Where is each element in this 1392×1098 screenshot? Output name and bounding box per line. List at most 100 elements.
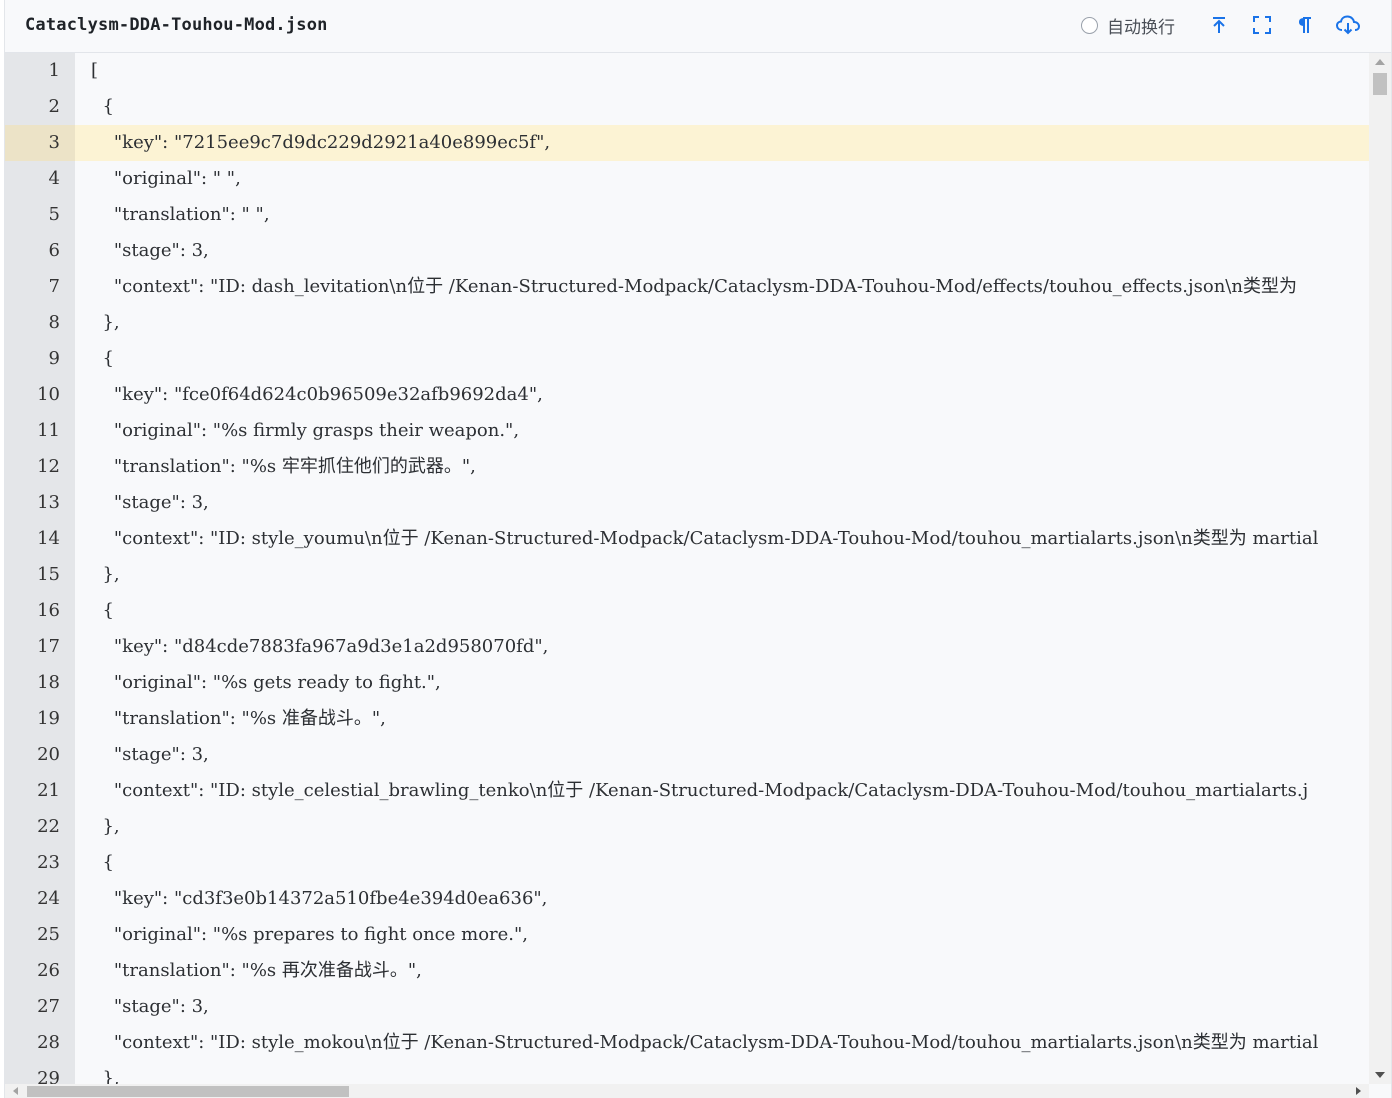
code-line-text: "key": "fce0f64d624c0b96509e32afb9692da4… <box>91 384 543 405</box>
code-line-text: { <box>91 96 114 117</box>
code-line-text: }, <box>91 816 120 837</box>
line-number: 17 <box>37 636 60 657</box>
line-number: 15 <box>37 564 60 585</box>
scroll-up-arrow-icon[interactable] <box>1375 59 1385 65</box>
scroll-down-arrow-icon[interactable] <box>1375 1072 1385 1078</box>
download-button[interactable] <box>1335 12 1361 38</box>
line-number: 12 <box>37 456 60 477</box>
code-line-text: "translation": "%s 牢牢抓住他们的武器。", <box>91 456 476 477</box>
json-viewer-panel: Cataclysm-DDA-Touhou-Mod.json 自动换行 1 2 3… <box>4 0 1392 1098</box>
code-line-text: }, <box>91 564 120 585</box>
code-line-text: "translation": "%s 再次准备战斗。", <box>91 960 422 981</box>
scroll-right-arrow-icon[interactable] <box>1356 1087 1361 1095</box>
line-number: 25 <box>37 924 60 945</box>
code-line-text: }, <box>91 312 120 333</box>
word-wrap-checkbox[interactable] <box>1081 16 1098 34</box>
code-line[interactable]: "stage": 3, <box>75 233 1369 269</box>
code-line[interactable]: "original": "%s gets ready to fight.", <box>75 665 1369 701</box>
line-number: 24 <box>37 888 60 909</box>
code-line[interactable]: "context": "ID: style_celestial_brawling… <box>75 773 1369 809</box>
code-line[interactable]: "context": "ID: dash_levitation\n位于 /Ken… <box>75 269 1369 305</box>
code-line-text: "context": "ID: style_celestial_brawling… <box>91 780 1309 801</box>
scroll-to-top-icon <box>1213 17 1225 33</box>
code-line-text: "context": "ID: dash_levitation\n位于 /Ken… <box>91 276 1297 297</box>
show-whitespace-button[interactable] <box>1292 12 1318 38</box>
word-wrap-label: 自动换行 <box>1107 17 1175 38</box>
line-number: 8 <box>48 312 60 333</box>
code-line-text: "context": "ID: style_youmu\n位于 /Kenan-S… <box>91 528 1319 549</box>
code-line-text: "stage": 3, <box>91 240 209 261</box>
code-line-text: "original": "%s gets ready to fight.", <box>91 672 441 693</box>
code-line[interactable]: "key": "cd3f3e0b14372a510fbe4e394d0ea636… <box>75 881 1369 917</box>
code-line-text: "key": "7215ee9c7d9dc229d2921a40e899ec5f… <box>91 132 551 153</box>
vertical-scroll-thumb[interactable] <box>1373 73 1387 95</box>
line-number: 19 <box>37 708 60 729</box>
line-number: 26 <box>37 960 60 981</box>
line-number: 21 <box>37 780 60 801</box>
fullscreen-icon <box>1253 16 1271 34</box>
code-line[interactable]: "key": "d84cde7883fa967a9d3e1a2d958070fd… <box>75 629 1369 665</box>
code-line-text: }, <box>91 1068 120 1084</box>
code-line[interactable]: }, <box>75 1061 1369 1084</box>
line-number: 6 <box>48 240 60 261</box>
word-wrap-toggle[interactable]: 自动换行 <box>1081 13 1175 38</box>
code-line[interactable]: "translation": "%s 再次准备战斗。", <box>75 953 1369 989</box>
code-line[interactable]: { <box>75 341 1369 377</box>
code-line-text: "stage": 3, <box>91 744 209 765</box>
file-title: Cataclysm-DDA-Touhou-Mod.json <box>25 15 328 35</box>
code-line[interactable]: "stage": 3, <box>75 989 1369 1025</box>
code-line[interactable]: "translation": "%s 牢牢抓住他们的武器。", <box>75 449 1369 485</box>
code-line[interactable]: "original": "%s prepares to fight once m… <box>75 917 1369 953</box>
line-number: 28 <box>37 1032 60 1053</box>
line-number: 22 <box>37 816 60 837</box>
line-number: 2 <box>48 96 60 117</box>
code-line-text: "stage": 3, <box>91 492 209 513</box>
code-line-text: "context": "ID: style_mokou\n位于 /Kenan-S… <box>91 1032 1319 1053</box>
code-line-text: "original": "%s firmly grasps their weap… <box>91 420 520 441</box>
code-line-text: { <box>91 348 114 369</box>
code-line-text: { <box>91 600 114 621</box>
line-number: 14 <box>37 528 60 549</box>
line-number: 11 <box>37 420 60 441</box>
code-line[interactable]: "context": "ID: style_youmu\n位于 /Kenan-S… <box>75 521 1369 557</box>
code-editor[interactable]: 1 2 3 4 5 6 7 8 9 10 11 12 13 14 15 16 17 18 19 20 21 22 23 24 2… <box>5 53 1391 1084</box>
vertical-scrollbar[interactable] <box>1369 53 1391 1084</box>
code-line[interactable]: { <box>75 845 1369 881</box>
code-line[interactable]: "key": "7215ee9c7d9dc229d2921a40e899ec5f… <box>75 125 1369 161</box>
code-line-text: "original": " ", <box>91 168 241 189</box>
code-line-text: [ <box>91 60 99 81</box>
line-number: 20 <box>37 744 60 765</box>
code-line[interactable]: }, <box>75 305 1369 341</box>
code-line[interactable]: { <box>75 593 1369 629</box>
code-line[interactable]: "original": "%s firmly grasps their weap… <box>75 413 1369 449</box>
line-number: 16 <box>37 600 60 621</box>
scroll-left-arrow-icon[interactable] <box>13 1087 18 1095</box>
horizontal-scrollbar[interactable] <box>5 1084 1369 1098</box>
horizontal-scroll-thumb[interactable] <box>27 1086 349 1097</box>
line-number: 4 <box>48 168 60 189</box>
code-line-text: "key": "cd3f3e0b14372a510fbe4e394d0ea636… <box>91 888 548 909</box>
code-line[interactable]: "key": "fce0f64d624c0b96509e32afb9692da4… <box>75 377 1369 413</box>
line-number: 5 <box>48 204 60 225</box>
line-number: 7 <box>48 276 60 297</box>
toolbar: 自动换行 <box>1081 11 1361 39</box>
code-line-text: "original": "%s prepares to fight once m… <box>91 924 529 945</box>
fullscreen-button[interactable] <box>1249 12 1275 38</box>
code-line[interactable]: }, <box>75 809 1369 845</box>
code-line[interactable]: "stage": 3, <box>75 485 1369 521</box>
code-line[interactable]: "context": "ID: style_mokou\n位于 /Kenan-S… <box>75 1025 1369 1061</box>
code-line[interactable]: "translation": "%s 准备战斗。", <box>75 701 1369 737</box>
code-line[interactable]: { <box>75 89 1369 125</box>
code-line[interactable]: [ <box>75 53 1369 89</box>
line-number-gutter: 1 2 3 4 5 6 7 8 9 10 11 12 13 14 15 16 17 18 19 20 21 22 23 24 2… <box>5 53 75 1084</box>
code-content[interactable]: [ { "key": "7215ee9c7d9dc229d2921a40e899… <box>75 53 1369 1084</box>
code-line[interactable]: "original": " ", <box>75 161 1369 197</box>
line-number: 27 <box>37 996 60 1017</box>
code-line[interactable]: }, <box>75 557 1369 593</box>
line-number: 29 <box>37 1068 60 1084</box>
code-line[interactable]: "translation": " ", <box>75 197 1369 233</box>
line-number: 23 <box>37 852 60 873</box>
scroll-to-top-button[interactable] <box>1206 12 1232 38</box>
code-line[interactable]: "stage": 3, <box>75 737 1369 773</box>
code-line-text: "translation": " ", <box>91 204 270 225</box>
